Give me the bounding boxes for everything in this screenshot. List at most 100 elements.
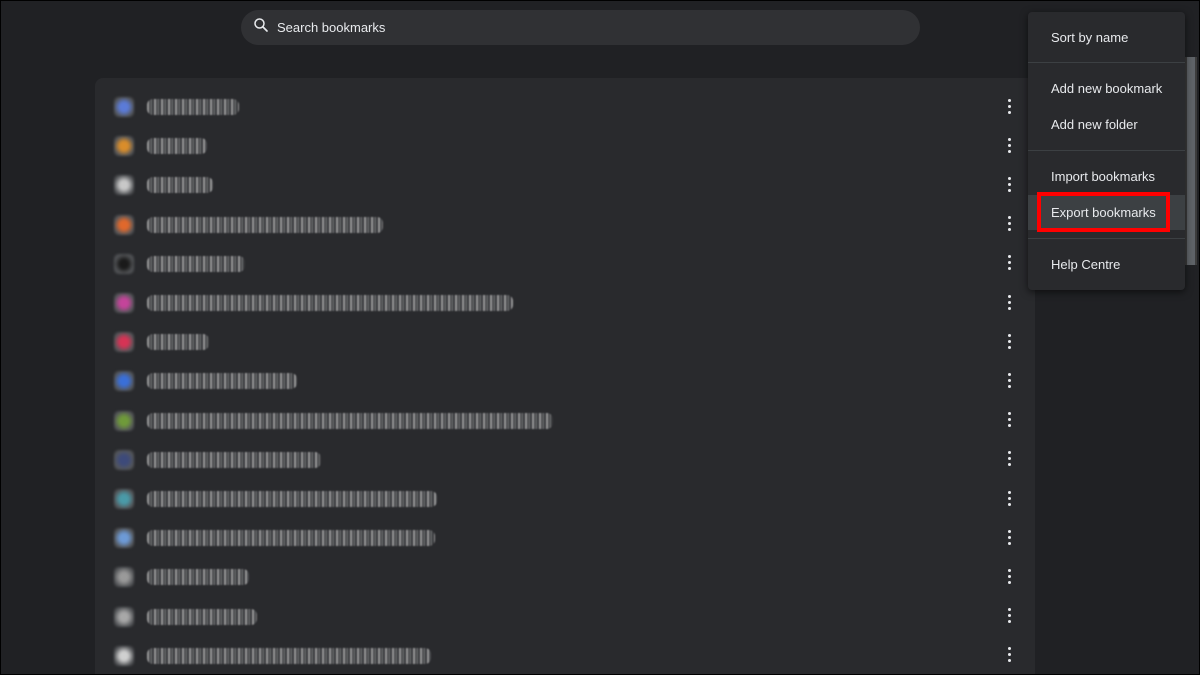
more-options-icon[interactable] (999, 488, 1019, 508)
bookmark-title-redacted (147, 412, 553, 429)
kebab-dot (1007, 306, 1011, 310)
kebab-dot (1007, 502, 1011, 506)
bookmark-row[interactable] (95, 519, 1035, 555)
favicon-icon (114, 606, 134, 627)
kebab-dot (1007, 529, 1011, 533)
bookmark-row[interactable] (95, 166, 1035, 202)
bookmark-row[interactable] (95, 441, 1035, 477)
more-options-icon[interactable] (999, 135, 1019, 155)
kebab-dot (1007, 176, 1011, 180)
bookmark-list (95, 78, 1035, 674)
kebab-dot (1007, 647, 1011, 651)
menu-item-label: Import bookmarks (1051, 169, 1156, 184)
kebab-dot (1007, 255, 1011, 259)
kebab-dot (1007, 222, 1011, 226)
search-icon (252, 16, 270, 39)
kebab-dot (1007, 267, 1011, 271)
kebab-dot (1007, 339, 1011, 343)
kebab-dot (1007, 653, 1011, 657)
bookmark-row[interactable] (95, 598, 1035, 634)
more-options-icon[interactable] (999, 449, 1019, 469)
favicon-icon (114, 645, 134, 666)
bookmark-title-redacted (147, 138, 207, 155)
menu-divider (1028, 62, 1185, 63)
menu-divider (1028, 150, 1185, 151)
bookmark-row[interactable] (95, 88, 1035, 124)
bookmark-title-redacted (147, 334, 209, 351)
menu-item-label: Add new bookmark (1051, 81, 1163, 96)
more-options-icon[interactable] (999, 566, 1019, 586)
more-options-icon[interactable] (999, 292, 1019, 312)
bookmark-row[interactable] (95, 362, 1035, 398)
menu-item-add-new-bookmark[interactable]: Add new bookmark (1028, 71, 1185, 106)
menu-item-help-centre[interactable]: Help Centre (1028, 247, 1185, 282)
bookmark-title-redacted (147, 177, 213, 194)
bookmark-row[interactable] (95, 245, 1035, 281)
more-options-icon[interactable] (999, 606, 1019, 626)
kebab-dot (1007, 294, 1011, 298)
bookmark-title-redacted (147, 255, 245, 272)
bookmark-row[interactable] (95, 402, 1035, 438)
favicon-icon (114, 136, 134, 157)
kebab-dot (1007, 418, 1011, 422)
organize-menu: Sort by name Add new bookmark Add new fo… (1028, 12, 1185, 290)
more-options-icon[interactable] (999, 253, 1019, 273)
bookmark-title-redacted (147, 491, 437, 507)
favicon-icon (114, 410, 134, 431)
favicon-icon (114, 214, 134, 235)
menu-item-export-bookmarks[interactable]: Export bookmarks (1028, 195, 1185, 230)
kebab-dot (1007, 98, 1011, 102)
kebab-dot (1007, 182, 1011, 186)
kebab-dot (1007, 659, 1011, 663)
bookmark-row[interactable] (95, 127, 1035, 163)
menu-item-label: Export bookmarks (1051, 205, 1156, 220)
more-options-icon[interactable] (999, 174, 1019, 194)
menu-item-sort-by-name[interactable]: Sort by name (1028, 20, 1185, 55)
search-bar[interactable] (241, 10, 920, 45)
more-options-icon[interactable] (999, 645, 1019, 665)
bookmark-row[interactable] (95, 323, 1035, 359)
more-options-icon[interactable] (999, 96, 1019, 116)
bookmark-row[interactable] (95, 558, 1035, 594)
kebab-dot (1007, 110, 1011, 114)
bookmark-row[interactable] (95, 284, 1035, 320)
kebab-dot (1007, 614, 1011, 618)
kebab-dot (1007, 620, 1011, 624)
menu-item-add-new-folder[interactable]: Add new folder (1028, 107, 1185, 142)
bookmark-row[interactable] (95, 206, 1035, 242)
kebab-dot (1007, 490, 1011, 494)
kebab-dot (1007, 228, 1011, 232)
kebab-dot (1007, 535, 1011, 539)
menu-item-label: Add new folder (1051, 117, 1138, 132)
bookmark-title-redacted (147, 569, 249, 586)
more-options-icon[interactable] (999, 410, 1019, 430)
kebab-dot (1007, 333, 1011, 337)
favicon-icon (114, 332, 134, 353)
kebab-dot (1007, 216, 1011, 220)
menu-divider (1028, 238, 1185, 239)
search-input[interactable] (275, 19, 879, 36)
bookmark-title-redacted (147, 530, 435, 547)
kebab-dot (1007, 384, 1011, 388)
more-options-icon[interactable] (999, 331, 1019, 351)
bookmark-row[interactable] (95, 480, 1035, 516)
kebab-dot (1007, 574, 1011, 578)
more-options-icon[interactable] (999, 370, 1019, 390)
favicon-icon (114, 449, 134, 470)
scrollbar[interactable] (1185, 57, 1197, 265)
kebab-dot (1007, 608, 1011, 612)
kebab-dot (1007, 143, 1011, 147)
bookmark-title-redacted (147, 647, 431, 664)
kebab-dot (1007, 457, 1011, 461)
scrollbar-thumb[interactable] (1187, 57, 1195, 265)
bookmark-row[interactable] (95, 637, 1035, 673)
more-options-icon[interactable] (999, 214, 1019, 234)
kebab-dot (1007, 463, 1011, 467)
menu-item-import-bookmarks[interactable]: Import bookmarks (1028, 159, 1185, 194)
bookmark-title-redacted (147, 373, 297, 390)
kebab-dot (1007, 541, 1011, 545)
kebab-dot (1007, 451, 1011, 455)
more-options-icon[interactable] (999, 527, 1019, 547)
favicon-icon (114, 371, 134, 392)
favicon-icon (114, 567, 134, 588)
